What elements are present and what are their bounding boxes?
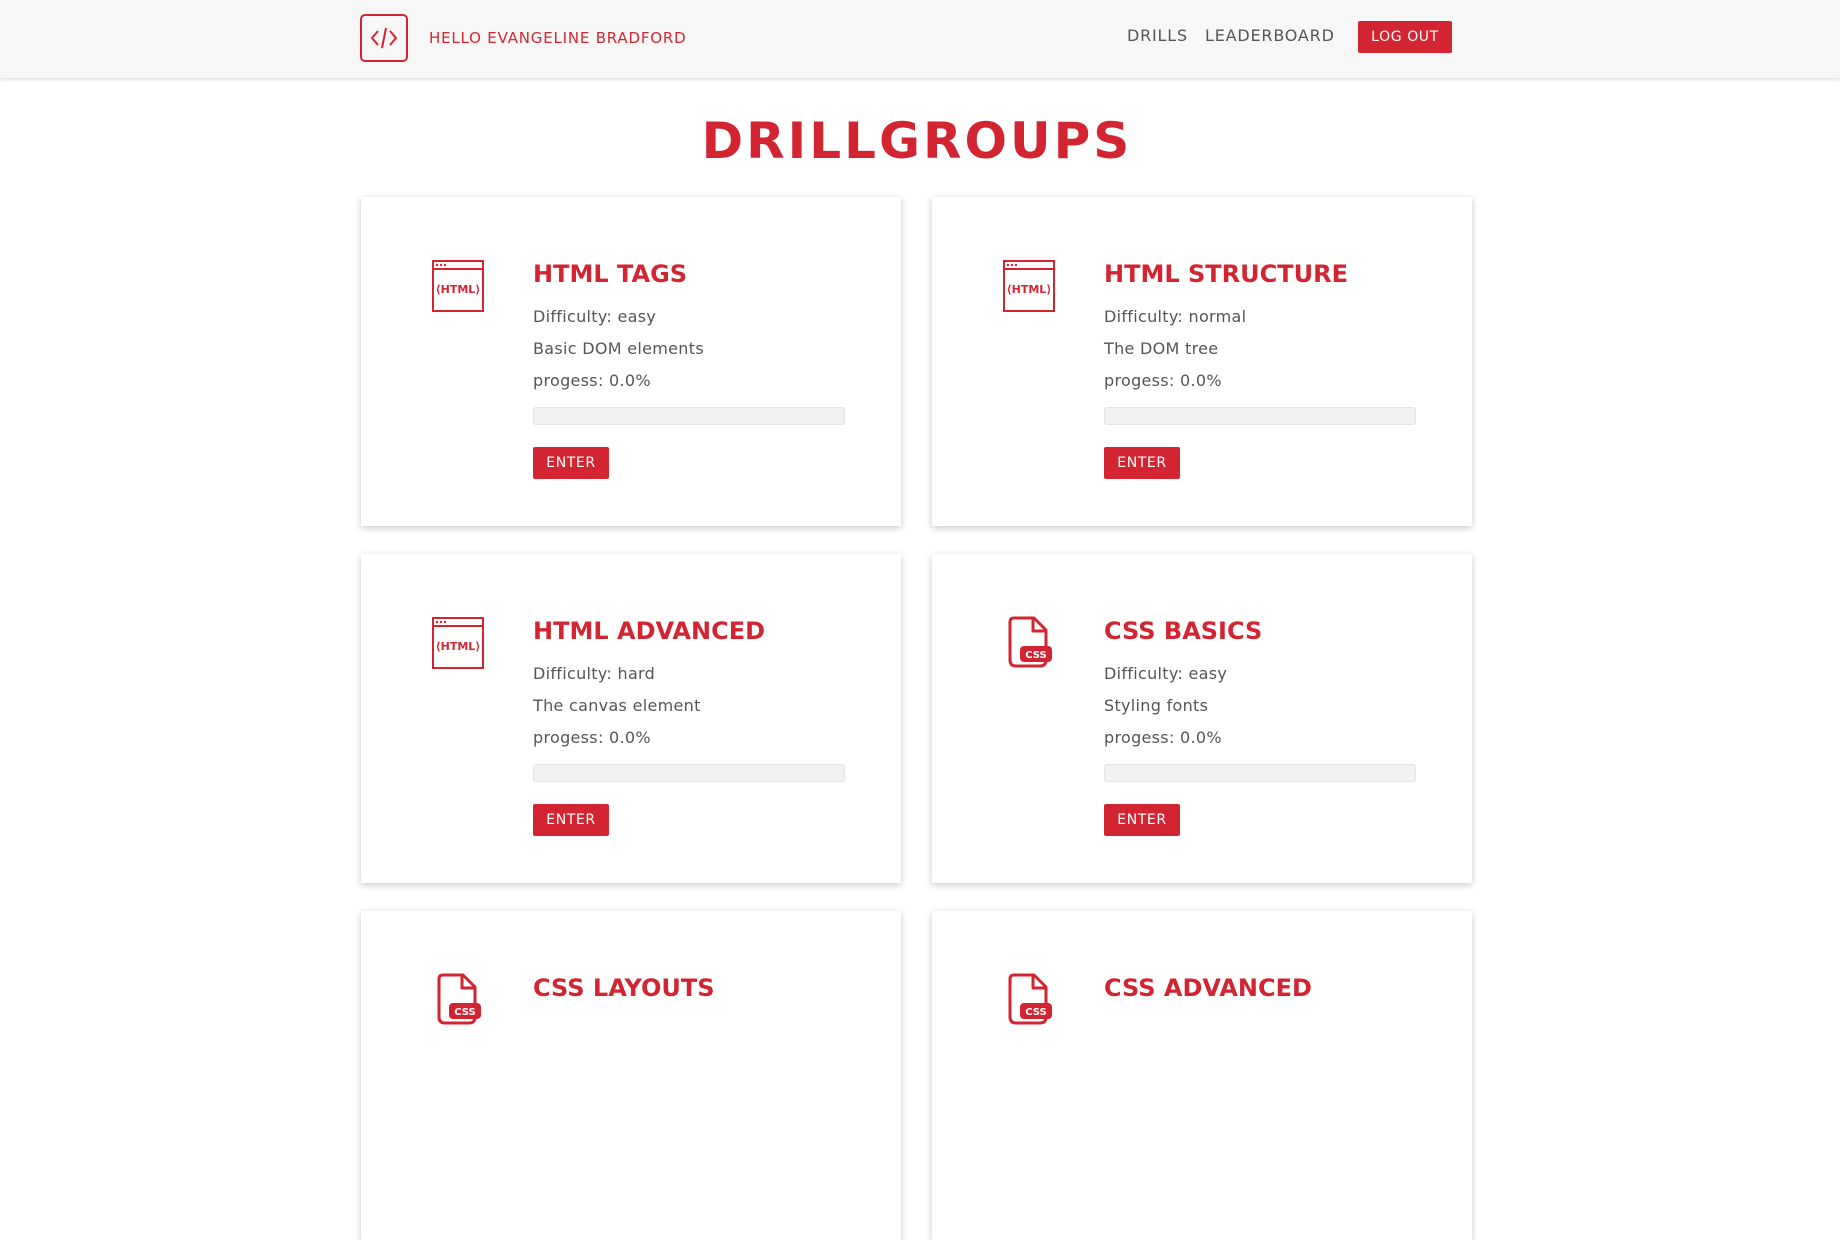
svg-text:⟨HTML⟩: ⟨HTML⟩	[436, 640, 481, 653]
difficulty-text: Difficulty: hard	[533, 664, 656, 683]
page-title: DRILLGROUPS	[701, 112, 1133, 170]
drillgroup-card: CSS CSS BASICS Difficulty: easy Styling …	[932, 554, 1472, 883]
description-text: The canvas element	[533, 696, 701, 715]
progress-bar	[1104, 764, 1416, 782]
difficulty-text: Difficulty: easy	[1104, 664, 1228, 683]
drillgroup-title: CSS LAYOUTS	[533, 974, 715, 1002]
description-text: Styling fonts	[1104, 696, 1209, 715]
css-file-icon: CSS	[1002, 616, 1056, 670]
drillgroup-title: HTML TAGS	[533, 260, 688, 288]
enter-button[interactable]: ENTER	[1104, 804, 1180, 836]
html-window-icon: ⟨HTML⟩	[1002, 259, 1056, 313]
svg-text:⟨HTML⟩: ⟨HTML⟩	[1007, 283, 1052, 296]
nav-drills-link[interactable]: DRILLS	[1127, 26, 1188, 45]
progress-text: progess: 0.0%	[533, 371, 651, 390]
drillgroup-card: CSS CSS ADVANCED	[932, 911, 1472, 1240]
difficulty-text: Difficulty: normal	[1104, 307, 1247, 326]
progress-text: progess: 0.0%	[533, 728, 651, 747]
drillgroup-title: CSS ADVANCED	[1104, 974, 1312, 1002]
html-window-icon: ⟨HTML⟩	[431, 259, 485, 313]
drillgroup-title: CSS BASICS	[1104, 617, 1263, 645]
progress-text: progess: 0.0%	[1104, 371, 1222, 390]
progress-bar	[533, 764, 845, 782]
drillgroup-card: ⟨HTML⟩ HTML TAGS Difficulty: easy Basic …	[361, 197, 901, 526]
drillgroup-title: HTML ADVANCED	[533, 617, 766, 645]
drillgroup-card: CSS CSS LAYOUTS	[361, 911, 901, 1240]
progress-text: progess: 0.0%	[1104, 728, 1222, 747]
description-text: Basic DOM elements	[533, 339, 704, 358]
enter-button[interactable]: ENTER	[1104, 447, 1180, 479]
svg-text:CSS: CSS	[454, 1007, 475, 1018]
svg-text:CSS: CSS	[1025, 1007, 1046, 1018]
svg-text:CSS: CSS	[1025, 650, 1046, 661]
difficulty-text: Difficulty: easy	[533, 307, 657, 326]
enter-button[interactable]: ENTER	[533, 447, 609, 479]
top-navbar: HELLO EVANGELINE BRADFORD DRILLS LEADERB…	[0, 0, 1840, 78]
description-text: The DOM tree	[1104, 339, 1219, 358]
css-file-icon: CSS	[1002, 973, 1056, 1027]
nav-leaderboard-link[interactable]: LEADERBOARD	[1205, 26, 1335, 45]
css-file-icon: CSS	[431, 973, 485, 1027]
progress-bar	[1104, 407, 1416, 425]
drillgroup-title: HTML STRUCTURE	[1104, 260, 1348, 288]
drillgroup-card: ⟨HTML⟩ HTML ADVANCED Difficulty: hard Th…	[361, 554, 901, 883]
user-greeting: HELLO EVANGELINE BRADFORD	[429, 29, 687, 47]
svg-text:⟨HTML⟩: ⟨HTML⟩	[436, 283, 481, 296]
enter-button[interactable]: ENTER	[533, 804, 609, 836]
html-window-icon: ⟨HTML⟩	[431, 616, 485, 670]
logout-button[interactable]: LOG OUT	[1358, 21, 1452, 53]
drillgroup-card: ⟨HTML⟩ HTML STRUCTURE Difficulty: normal…	[932, 197, 1472, 526]
code-brackets-icon[interactable]	[360, 14, 408, 62]
progress-bar	[533, 407, 845, 425]
